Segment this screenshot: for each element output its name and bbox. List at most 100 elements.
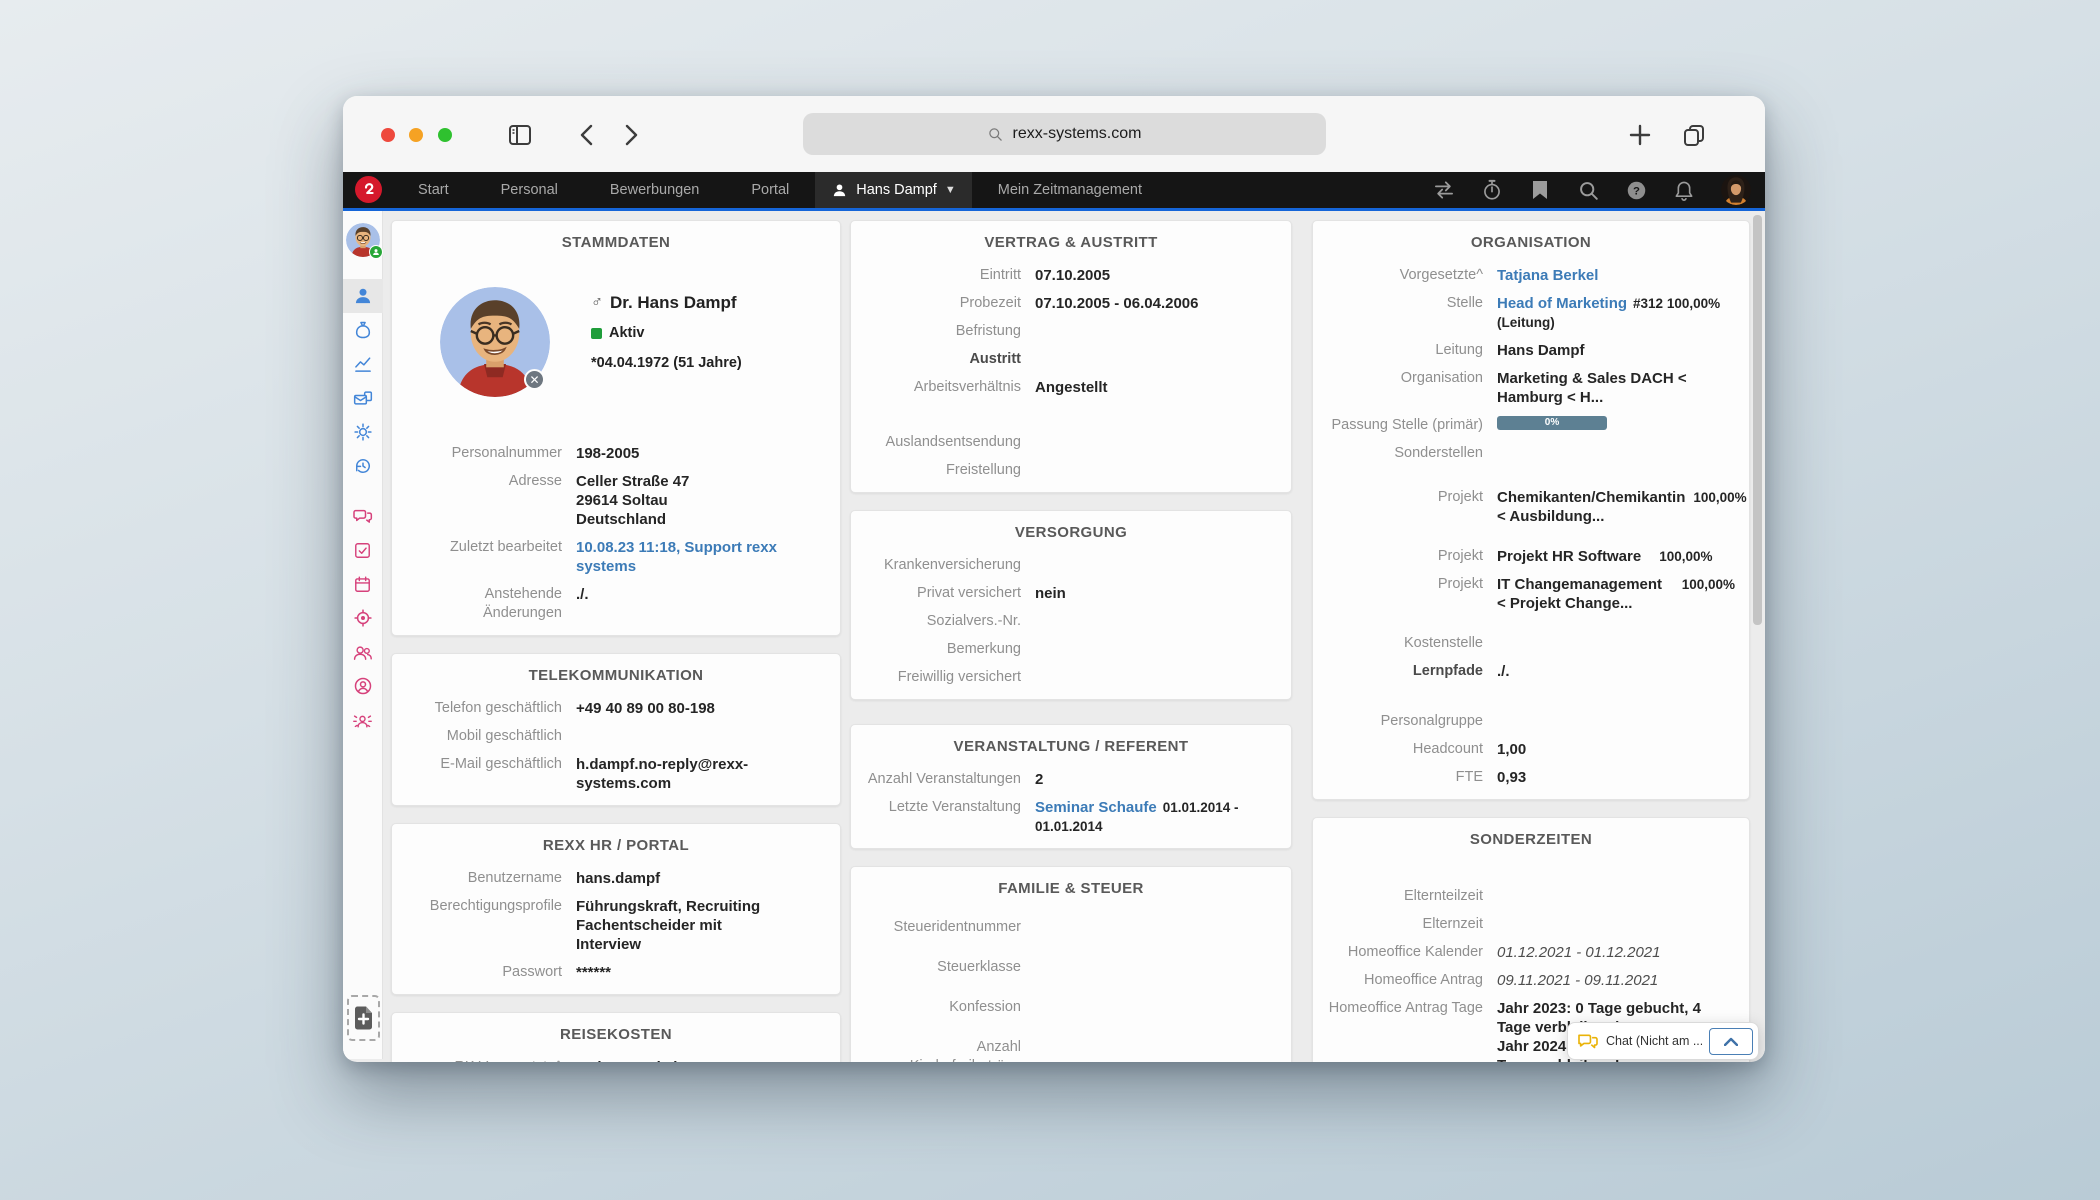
field-value <box>1035 668 1277 687</box>
user-avatar[interactable] <box>1721 175 1751 205</box>
swap-icon[interactable] <box>1433 179 1455 201</box>
new-tab-icon[interactable] <box>1623 118 1657 152</box>
online-status-badge <box>369 245 383 259</box>
field-link[interactable]: Tatjana Berkel <box>1497 267 1598 284</box>
target-icon[interactable] <box>343 601 383 635</box>
field-value <box>1497 915 1735 934</box>
scrollbar-thumb[interactable] <box>1753 215 1762 625</box>
field-value <box>1035 640 1277 659</box>
user-icon[interactable] <box>343 279 383 313</box>
bookmark-icon[interactable] <box>1529 179 1551 201</box>
field-row: Freistellung <box>865 456 1277 484</box>
field-row: Homeoffice Antrag09.11.2021 - 09.11.2021 <box>1327 966 1735 994</box>
field-row: Personalgruppe <box>1327 707 1735 735</box>
nav-item-current-user[interactable]: Hans Dampf ▼ <box>815 172 971 208</box>
gear-icon[interactable] <box>343 415 383 449</box>
chevron-down-icon: ▼ <box>945 184 956 196</box>
field-label: Personalgruppe <box>1327 712 1497 731</box>
help-icon[interactable]: ? <box>1625 179 1647 201</box>
row-spacer <box>1327 530 1735 542</box>
nav-item-personal[interactable]: Personal <box>475 172 584 208</box>
nav-item-start[interactable]: Start <box>392 172 475 208</box>
timer-icon[interactable] <box>1481 179 1503 201</box>
field-row: Konfession <box>865 987 1277 1027</box>
nav-item-zeitmanagement[interactable]: Mein Zeitmanagement <box>972 172 1168 208</box>
address-bar[interactable]: rexx-systems.com <box>803 113 1326 155</box>
field-row: Personalnummer198-2005 <box>406 439 826 467</box>
field-label: Passung Stelle (primär) <box>1327 416 1497 435</box>
field-label: Sozialvers.-Nr. <box>865 612 1035 631</box>
field-label: Eintritt <box>865 266 1035 285</box>
bell-icon[interactable] <box>1673 179 1695 201</box>
forward-icon[interactable] <box>615 118 649 152</box>
search-icon[interactable] <box>1577 179 1599 201</box>
field-row: Zuletzt bearbeitet10.08.23 11:18, Suppor… <box>406 533 826 580</box>
field-value <box>1035 612 1277 631</box>
nav-item-bewerbungen[interactable]: Bewerbungen <box>584 172 726 208</box>
rexx-logo[interactable] <box>355 176 382 203</box>
minimize-window-button[interactable] <box>409 128 423 142</box>
chat-bubbles-icon <box>1577 1032 1599 1050</box>
field-suffix: 100,00% <box>1674 575 1735 613</box>
card-title: STAMMDATEN <box>406 230 826 261</box>
add-document-icon[interactable] <box>347 995 380 1041</box>
field-value-line: Deutschland <box>576 510 826 529</box>
zoom-window-button[interactable] <box>438 128 452 142</box>
browser-chrome: rexx-systems.com <box>343 96 1765 172</box>
nav-item-portal[interactable]: Portal <box>725 172 815 208</box>
chart-icon[interactable] <box>343 347 383 381</box>
user-circle-icon[interactable] <box>343 669 383 703</box>
field-row: StelleHead of Marketing#312 100,00% (Lei… <box>1327 289 1735 336</box>
field-link[interactable]: 10.08.23 11:18, Support rexx systems <box>576 539 777 575</box>
card-title: VERANSTALTUNG / REFERENT <box>865 734 1277 765</box>
calendar-icon[interactable] <box>343 567 383 601</box>
back-icon[interactable] <box>569 118 603 152</box>
field-link[interactable]: Head of Marketing <box>1497 295 1627 312</box>
field-value <box>576 727 826 746</box>
field-value <box>1035 433 1277 452</box>
field-row: ArbeitsverhältnisAngestellt <box>865 373 1277 401</box>
field-row: Vorgesetzte^Tatjana Berkel <box>1327 261 1735 289</box>
profile-avatar[interactable] <box>346 211 380 257</box>
users-icon[interactable] <box>343 635 383 669</box>
card-title: TELEKOMMUNIKATION <box>406 663 826 694</box>
field-label: Freistellung <box>865 461 1035 480</box>
field-row: Anstehende Änderungen./. <box>406 580 826 627</box>
close-window-button[interactable] <box>381 128 395 142</box>
field-label: Freiwillig versichert <box>865 668 1035 687</box>
chat-icon[interactable] <box>343 499 383 533</box>
field-row: LeitungHans Dampf <box>1327 336 1735 364</box>
sidebar-toggle-icon[interactable] <box>503 118 537 152</box>
scrollbar[interactable] <box>1753 215 1762 1055</box>
field-value <box>1035 556 1277 575</box>
field-row: ProjektProjekt HR Software100,00% <box>1327 542 1735 570</box>
field-value: Tatjana Berkel <box>576 1058 826 1063</box>
task-check-icon[interactable] <box>343 533 383 567</box>
field-value <box>1035 958 1277 977</box>
tabs-overview-icon[interactable] <box>1677 118 1711 152</box>
field-label: Elternzeit <box>1327 915 1497 934</box>
chat-widget[interactable]: Chat (Nicht am ... <box>1567 1022 1759 1060</box>
mail-icon[interactable] <box>343 381 383 415</box>
field-value: 1,00 <box>1497 740 1735 759</box>
card-organisation: ORGANISATION Vorgesetzte^Tatjana BerkelS… <box>1312 220 1750 800</box>
moneybag-icon[interactable] <box>343 313 383 347</box>
status-green-square <box>591 328 602 339</box>
row-spacer <box>1327 467 1735 483</box>
field-suffix: 100,00% <box>1659 549 1712 564</box>
field-label: Leitung <box>1327 341 1497 360</box>
field-value-line: Führungskraft, Recruiting Fachentscheide… <box>576 897 826 935</box>
chat-collapse-button[interactable] <box>1709 1028 1753 1055</box>
field-value-line: Celler Straße 47 <box>576 472 826 491</box>
card-stammdaten: STAMMDATEN ✕ ♂ Dr. Hans Dampf Aktiv <box>391 220 841 636</box>
field-value <box>1497 887 1735 906</box>
team-icon[interactable] <box>343 703 383 737</box>
field-link[interactable]: Seminar Schaufe <box>1035 799 1157 816</box>
employee-name: ♂ Dr. Hans Dampf <box>591 293 737 313</box>
field-row: RK Vorgesetzte^Tatjana Berkel <box>406 1053 826 1062</box>
field-value-line: 29614 Soltau <box>576 491 826 510</box>
card-telekommunikation: TELEKOMMUNIKATION Telefon geschäftlich+4… <box>391 653 841 806</box>
field-value: Celler Straße 4729614 SoltauDeutschland <box>576 472 826 529</box>
remove-photo-icon[interactable]: ✕ <box>524 369 545 390</box>
history-icon[interactable] <box>343 449 383 483</box>
